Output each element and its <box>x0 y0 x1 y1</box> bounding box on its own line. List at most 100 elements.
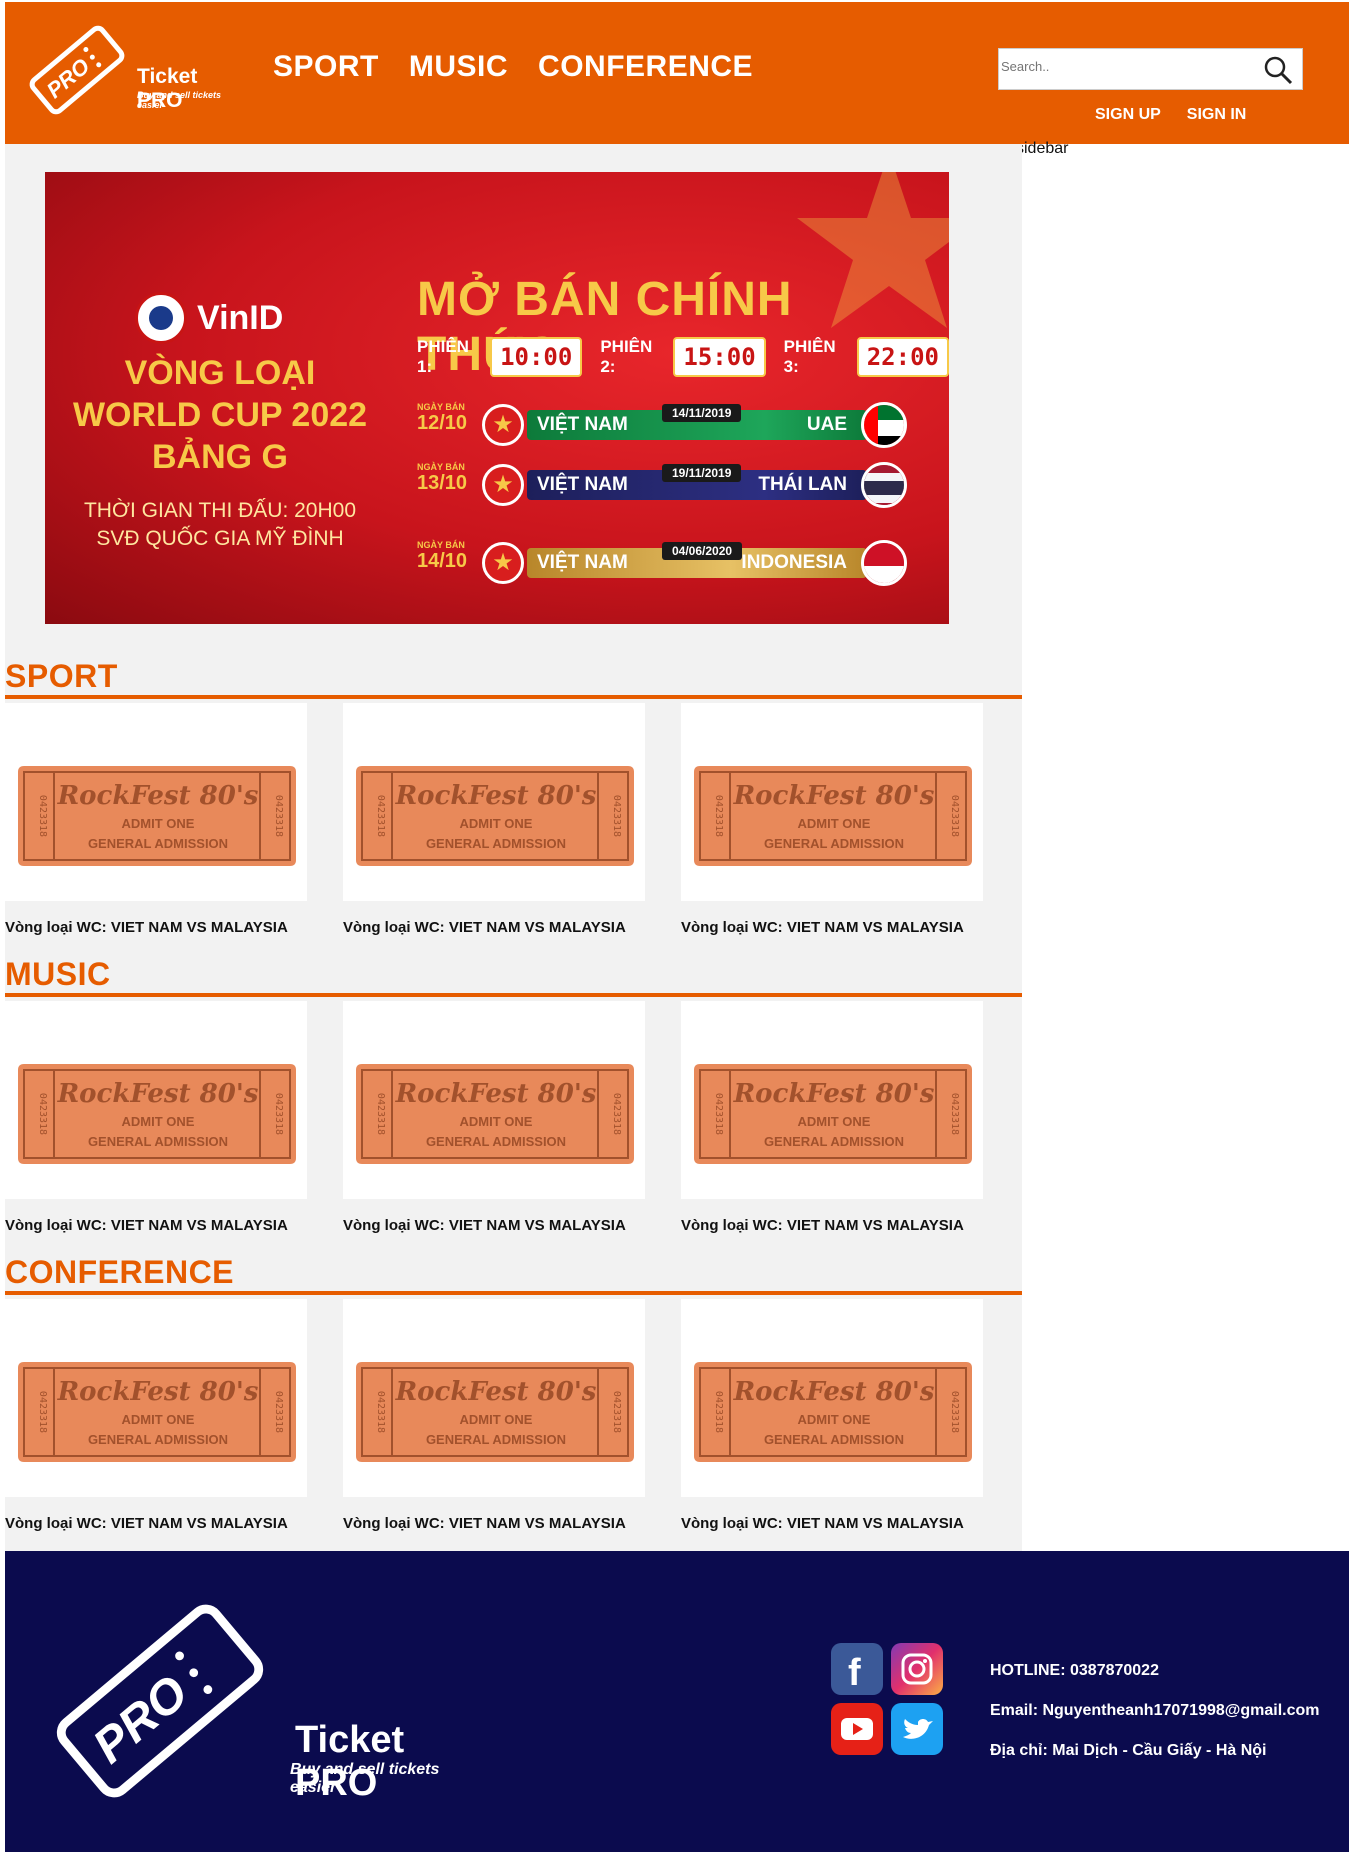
logo-badge-text: PRO <box>83 1665 198 1774</box>
svg-text:0423318: 0423318 <box>375 1391 386 1433</box>
instagram-icon[interactable] <box>891 1643 943 1695</box>
ticket-image-icon: RockFest 80's ADMIT ONE GENERAL ADMISSION 0… <box>694 1064 972 1164</box>
banner-title: VÒNG LOẠI WORLD CUP 2022 BẢNG G <box>72 354 368 476</box>
thailand-flag-icon <box>861 462 907 508</box>
section-title-sport: SPORT <box>5 658 118 694</box>
event-card[interactable]: RockFest 80's ADMIT ONE GENERAL ADMISSION 0… <box>343 703 645 936</box>
svg-text:RockFest 80's: RockFest 80's <box>733 781 935 811</box>
svg-text:RockFest 80's: RockFest 80's <box>57 1377 259 1407</box>
event-card-image[interactable]: RockFest 80's ADMIT ONE GENERAL ADMISSION 0… <box>343 703 645 901</box>
event-card-image[interactable]: RockFest 80's ADMIT ONE GENERAL ADMISSION 0… <box>681 1001 983 1199</box>
auth-links: SIGN UP SIGN IN <box>1095 106 1246 124</box>
address-text: Địa chỉ: Mai Dịch - Cầu Giấy - Hà Nội <box>990 1742 1267 1759</box>
event-card-title[interactable]: Vòng loại WC: VIET NAM VS MALAYSIA <box>5 1217 288 1234</box>
svg-text:0423318: 0423318 <box>273 795 284 837</box>
ticket-image-icon: RockFest 80's ADMIT ONE GENERAL ADMISSION 0… <box>694 1362 972 1462</box>
ticket-image-icon: RockFest 80's ADMIT ONE GENERAL ADMISSION 0… <box>694 766 972 866</box>
svg-text:GENERAL ADMISSION: GENERAL ADMISSION <box>88 1134 228 1149</box>
event-card-image[interactable]: RockFest 80's ADMIT ONE GENERAL ADMISSION 0… <box>5 703 307 901</box>
svg-text:0423318: 0423318 <box>375 795 386 837</box>
site-header: PRO Ticket PRO Buy and sell tickets easi… <box>5 2 1349 144</box>
svg-text:0423318: 0423318 <box>37 795 48 837</box>
svg-text:0423318: 0423318 <box>611 1391 622 1433</box>
ticket-image-icon: RockFest 80's ADMIT ONE GENERAL ADMISSION 0… <box>18 766 296 866</box>
event-card-title[interactable]: Vòng loại WC: VIET NAM VS MALAYSIA <box>343 1217 626 1234</box>
facebook-icon[interactable]: f <box>831 1643 883 1695</box>
event-card[interactable]: RockFest 80's ADMIT ONE GENERAL ADMISSION 0… <box>343 1001 645 1234</box>
twitter-icon[interactable] <box>891 1703 943 1755</box>
event-card[interactable]: RockFest 80's ADMIT ONE GENERAL ADMISSION 0… <box>5 1299 307 1532</box>
svg-text:ADMIT ONE: ADMIT ONE <box>460 1412 533 1427</box>
nav-music[interactable]: MUSIC <box>409 50 508 84</box>
svg-text:ADMIT ONE: ADMIT ONE <box>122 816 195 831</box>
event-card-image[interactable]: RockFest 80's ADMIT ONE GENERAL ADMISSION 0… <box>681 1299 983 1497</box>
promo-banner[interactable]: VinID VÒNG LOẠI WORLD CUP 2022 BẢNG G TH… <box>45 172 949 624</box>
svg-text:0423318: 0423318 <box>949 1093 960 1135</box>
ticket-logo-icon: PRO <box>56 1604 264 1798</box>
sidebar-label: sidebar <box>1020 140 1069 157</box>
vietnam-star-icon: ★ <box>482 542 524 584</box>
svg-text:RockFest 80's: RockFest 80's <box>395 1079 597 1109</box>
event-card-image[interactable]: RockFest 80's ADMIT ONE GENERAL ADMISSION 0… <box>5 1299 307 1497</box>
event-card[interactable]: RockFest 80's ADMIT ONE GENERAL ADMISSION 0… <box>681 703 983 936</box>
footer-logo[interactable]: PRO Ticket PRO Buy and sell tickets easi… <box>45 1591 465 1811</box>
event-card-title[interactable]: Vòng loại WC: VIET NAM VS MALAYSIA <box>681 919 964 936</box>
event-card[interactable]: RockFest 80's ADMIT ONE GENERAL ADMISSION 0… <box>5 703 307 936</box>
event-card-image[interactable]: RockFest 80's ADMIT ONE GENERAL ADMISSION 0… <box>343 1001 645 1199</box>
search-input[interactable] <box>1001 59 1251 74</box>
vff-ball-icon <box>135 292 187 344</box>
event-card-title[interactable]: Vòng loại WC: VIET NAM VS MALAYSIA <box>5 1515 288 1532</box>
svg-text:0423318: 0423318 <box>713 1093 724 1135</box>
logo-badge-text: PRO <box>42 53 95 103</box>
email-text: Email: Nguyentheanh17071998@gmail.com <box>990 1702 1320 1719</box>
svg-text:0423318: 0423318 <box>949 795 960 837</box>
youtube-icon[interactable] <box>831 1703 883 1755</box>
svg-text:0423318: 0423318 <box>713 795 724 837</box>
svg-text:0423318: 0423318 <box>273 1391 284 1433</box>
nav-sport[interactable]: SPORT <box>273 50 379 84</box>
svg-text:ADMIT ONE: ADMIT ONE <box>460 1114 533 1129</box>
session-1: PHIÊN 1: 10:00 <box>417 337 583 377</box>
svg-text:GENERAL ADMISSION: GENERAL ADMISSION <box>764 1134 904 1149</box>
svg-text:0423318: 0423318 <box>37 1391 48 1433</box>
nav-conference[interactable]: CONFERENCE <box>538 50 753 84</box>
ticket-pro-logo[interactable]: PRO Ticket PRO Buy and sell tickets easi… <box>27 20 237 130</box>
event-card-image[interactable]: RockFest 80's ADMIT ONE GENERAL ADMISSION 0… <box>343 1299 645 1497</box>
brand-text: VinID <box>197 298 284 337</box>
event-card-title[interactable]: Vòng loại WC: VIET NAM VS MALAYSIA <box>343 919 626 936</box>
svg-text:0423318: 0423318 <box>949 1391 960 1433</box>
sign-up-link[interactable]: SIGN UP <box>1095 106 1161 124</box>
event-card-title[interactable]: Vòng loại WC: VIET NAM VS MALAYSIA <box>681 1217 964 1234</box>
ticket-image-icon: RockFest 80's ADMIT ONE GENERAL ADMISSION 0… <box>356 1362 634 1462</box>
match-row: NGÀY BÁN 13/10 ★ VIỆT NAM 19/11/2019 THÁ… <box>417 462 907 508</box>
section-divider <box>5 695 1022 699</box>
svg-text:GENERAL ADMISSION: GENERAL ADMISSION <box>426 1134 566 1149</box>
svg-text:GENERAL ADMISSION: GENERAL ADMISSION <box>88 836 228 851</box>
search-icon[interactable] <box>1262 54 1294 86</box>
event-card-title[interactable]: Vòng loại WC: VIET NAM VS MALAYSIA <box>5 919 288 936</box>
ticket-image-icon: RockFest 80's ADMIT ONE GENERAL ADMISSION 0… <box>18 1064 296 1164</box>
indonesia-flag-icon <box>861 540 907 586</box>
event-card-image[interactable]: RockFest 80's ADMIT ONE GENERAL ADMISSION 0… <box>681 703 983 901</box>
svg-text:0423318: 0423318 <box>713 1391 724 1433</box>
event-card-title[interactable]: Vòng loại WC: VIET NAM VS MALAYSIA <box>343 1515 626 1532</box>
main-nav: SPORT MUSIC CONFERENCE <box>273 50 753 84</box>
logo-tagline: Buy and sell tickets easier <box>137 90 222 110</box>
event-card-title[interactable]: Vòng loại WC: VIET NAM VS MALAYSIA <box>681 1515 964 1532</box>
svg-text:0423318: 0423318 <box>273 1093 284 1135</box>
vietnam-star-icon: ★ <box>482 404 524 446</box>
section-title-conference: CONFERENCE <box>5 1254 235 1290</box>
svg-text:RockFest 80's: RockFest 80's <box>395 781 597 811</box>
svg-text:ADMIT ONE: ADMIT ONE <box>122 1114 195 1129</box>
event-card[interactable]: RockFest 80's ADMIT ONE GENERAL ADMISSION 0… <box>681 1001 983 1234</box>
sign-in-link[interactable]: SIGN IN <box>1187 106 1247 124</box>
event-card[interactable]: RockFest 80's ADMIT ONE GENERAL ADMISSION 0… <box>343 1299 645 1532</box>
svg-text:0423318: 0423318 <box>611 1093 622 1135</box>
contact-info: HOTLINE: 0387870022 Email: Nguyentheanh1… <box>990 1651 1320 1771</box>
event-card[interactable]: RockFest 80's ADMIT ONE GENERAL ADMISSION 0… <box>5 1001 307 1234</box>
ticket-image-icon: RockFest 80's ADMIT ONE GENERAL ADMISSION 0… <box>356 766 634 866</box>
event-card[interactable]: RockFest 80's ADMIT ONE GENERAL ADMISSION 0… <box>681 1299 983 1532</box>
ticket-image-icon: RockFest 80's ADMIT ONE GENERAL ADMISSION 0… <box>18 1362 296 1462</box>
event-card-image[interactable]: RockFest 80's ADMIT ONE GENERAL ADMISSION 0… <box>5 1001 307 1199</box>
svg-text:ADMIT ONE: ADMIT ONE <box>122 1412 195 1427</box>
